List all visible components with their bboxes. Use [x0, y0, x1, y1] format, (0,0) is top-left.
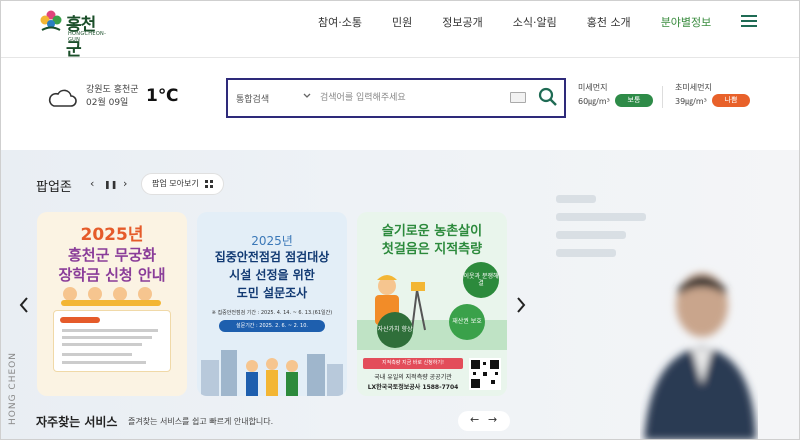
chevron-down-icon[interactable] — [302, 91, 312, 101]
weather-location: 강원도 홍천군 — [86, 85, 139, 95]
ultrafine-dust-label: 초미세먼지 — [675, 83, 712, 92]
carousel-prev-arrow-icon[interactable] — [18, 295, 30, 315]
logo-subtext: HONGCHEON-GUN — [68, 31, 107, 43]
search-category-select[interactable]: 통합검색 — [236, 92, 269, 105]
search-input[interactable] — [320, 88, 500, 108]
card-bubble-property: 재산권 보호 — [449, 304, 485, 340]
blurred-text — [556, 249, 616, 257]
card-detail-box — [53, 310, 171, 372]
quick-services-description: 즐겨찾는 서비스를 쉽고 빠르게 안내합니다. — [128, 417, 274, 426]
weather-temperature: 1℃ — [146, 86, 179, 106]
virtual-keyboard-icon[interactable] — [510, 92, 526, 103]
ultrafine-dust-status-badge: 나쁨 — [712, 94, 750, 107]
card-title-line2: 장학금 신청 안내 — [58, 266, 166, 284]
popup-prev-button[interactable]: ‹ — [90, 177, 94, 190]
popup-pause-button[interactable]: ❚❚ — [104, 180, 117, 189]
card-title-line1: 집중안전점검 점검대상 — [214, 250, 330, 264]
quick-services-title: 자주찾는 서비스 — [36, 415, 118, 429]
fine-dust-widget: 미세먼지 60㎍/m³ 보통 — [578, 82, 668, 114]
card-year: 2025년 — [251, 234, 293, 248]
card-apply-bar: 지적측량 지금 바로 신청하기! — [363, 358, 463, 369]
weather-widget: 강원도 홍천군 02월 09일 1℃ — [46, 80, 196, 114]
fine-dust-value: 60㎍/m³ — [578, 97, 610, 106]
popup-view-all-label: 팝업 모아보기 — [152, 179, 199, 188]
card-inspection-period: ※ 집중안전점검 기간 : 2025. 4. 14. ~ 6. 13.(61일간… — [211, 310, 333, 316]
blurred-person-photo — [644, 273, 756, 440]
popup-card-scholarship[interactable]: 2025년 홍천군 무궁화 장학금 신청 안내 — [37, 212, 187, 396]
side-vertical-label: HONG CHEON — [5, 340, 19, 430]
card-title-line1: 홍천군 무궁화 — [67, 246, 157, 264]
card-year: 2025년 — [80, 225, 144, 245]
blurred-text — [556, 213, 646, 221]
dust-divider — [662, 86, 663, 108]
card-bubble-asset: 자산가치 향상 — [377, 312, 413, 348]
card-org-desc: 국내 유일의 지적측량 공공기관 — [374, 374, 452, 381]
card-title-line2: 시설 선정을 위한 — [229, 268, 315, 282]
search-icon[interactable] — [538, 87, 558, 107]
nav-info-disclosure[interactable]: 정보공개 — [442, 14, 482, 30]
hamburger-menu-icon[interactable] — [741, 15, 757, 27]
city-illustration — [201, 350, 343, 396]
popup-view-all-button[interactable]: 팝업 모아보기 — [141, 173, 224, 195]
nav-participation[interactable]: 참여·소통 — [318, 14, 362, 30]
popup-next-button[interactable]: › — [123, 177, 127, 190]
side-vertical-text: HONG CHEON — [8, 352, 18, 425]
nav-news[interactable]: 소식·알림 — [513, 14, 557, 30]
popup-zone-title: 팝업존 — [36, 180, 72, 195]
popup-card-safety-survey[interactable]: 2025년 집중안전점검 점검대상 시설 선정을 위한 도민 설문조사 ※ 집중… — [197, 212, 347, 396]
logo-flower-icon — [40, 10, 62, 31]
grid-icon — [205, 180, 213, 188]
card-title-line1: 슬기로운 농촌살이 — [381, 224, 483, 239]
children-illustration — [61, 287, 161, 306]
carousel-next-arrow-icon[interactable] — [515, 295, 527, 315]
cloud-icon — [48, 89, 77, 107]
card-title-line2: 첫걸음은 지적측량 — [381, 242, 483, 257]
nav-civil-service[interactable]: 민원 — [392, 14, 412, 30]
ultrafine-dust-value: 39㎍/m³ — [675, 97, 707, 106]
qr-code-icon — [469, 358, 501, 390]
arrow-left-icon[interactable]: ← — [470, 413, 479, 426]
popup-card-cadastral-survey[interactable]: 슬기로운 농촌살이 첫걸음은 지적측량 자산가치 향상 이웃과 분쟁해결 재산권… — [357, 212, 507, 396]
weather-date: 02월 09일 — [86, 98, 129, 108]
main-nav: 참여·소통 민원 정보공개 소식·알림 홍천 소개 분야별정보 — [318, 14, 741, 30]
card-org-phone: LX한국국토정보공사 1588-7704 — [367, 384, 459, 391]
search-box: 통합검색 — [226, 78, 566, 118]
fine-dust-status-badge: 보통 — [615, 94, 653, 107]
blurred-text — [556, 231, 626, 239]
arrow-right-icon[interactable]: → — [488, 413, 497, 426]
quick-services-pager: ← → — [458, 411, 510, 431]
nav-about[interactable]: 홍천 소개 — [587, 14, 631, 30]
card-title-line3: 도민 설문조사 — [236, 286, 308, 300]
nav-field-info[interactable]: 분야별정보 — [661, 14, 712, 30]
ultrafine-dust-widget: 초미세먼지 39㎍/m³ 나쁨 — [675, 82, 765, 114]
fine-dust-label: 미세먼지 — [578, 83, 608, 92]
site-logo[interactable]: 홍천군 HONGCHEON-GUN — [38, 6, 108, 60]
card-bubble-dispute: 이웃과 분쟁해결 — [463, 262, 499, 298]
blurred-text — [556, 195, 596, 203]
card-survey-period-pill: 설문기간 : 2025. 2. 6. ~ 2. 10. — [219, 320, 325, 332]
site-header: 홍천군 HONGCHEON-GUN 참여·소통 민원 정보공개 소식·알림 홍천… — [0, 0, 800, 60]
